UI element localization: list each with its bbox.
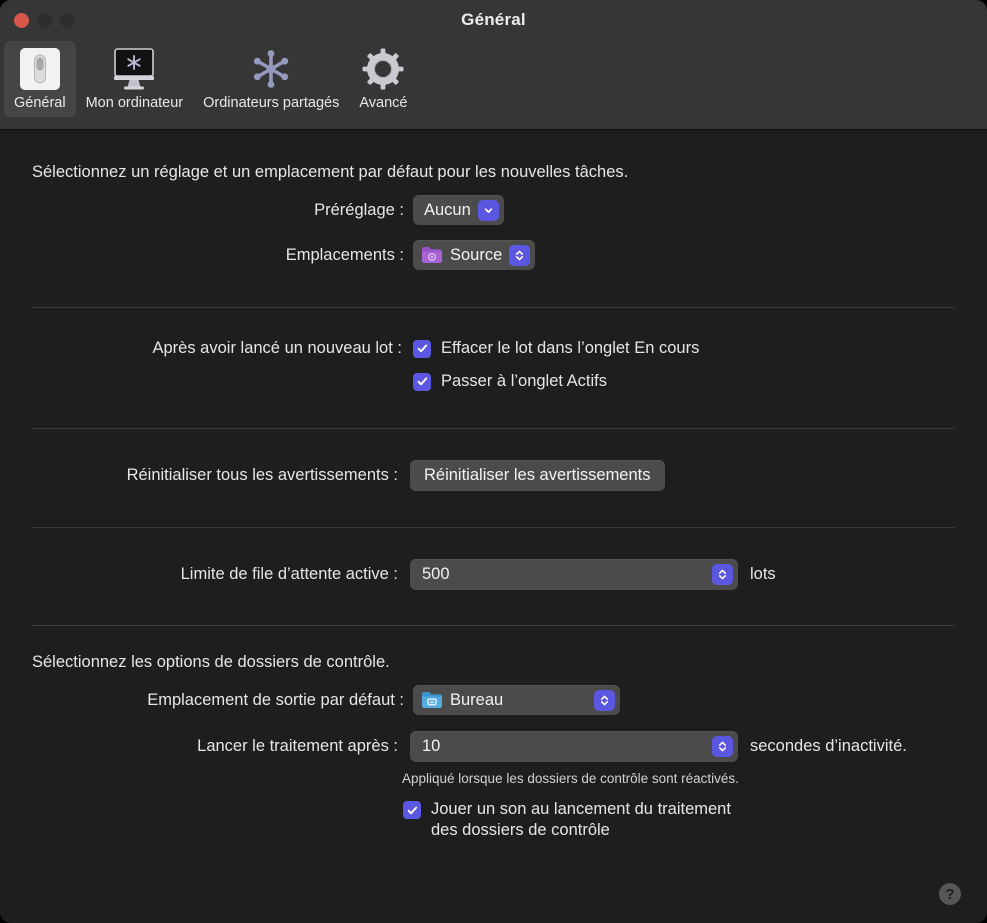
queue-limit-unit: lots	[750, 565, 776, 584]
checkbox-play-sound-label-line1: Jouer un son au lancement du traitement	[431, 800, 731, 819]
tab-shared-computers-label: Ordinateurs partagés	[203, 95, 340, 111]
processing-delay-combo[interactable]: 10	[410, 731, 738, 763]
divider-3	[32, 527, 955, 529]
window-title: Général	[461, 10, 526, 29]
stepper-icon[interactable]	[712, 564, 733, 586]
section-reset-warnings: Réinitialiser tous les avertissements : …	[32, 460, 955, 492]
shared-computers-icon	[247, 46, 295, 92]
checkbox-checked-icon	[413, 372, 431, 391]
checkbox-play-sound-label-line2: des dossiers de contrôle	[431, 821, 610, 840]
divider-2	[32, 428, 955, 430]
after-batch-label: Après avoir lancé un nouveau lot :	[152, 339, 403, 357]
toolbar-tabs: Général Mon ordinateur Ordinateurs parta…	[4, 41, 417, 117]
tab-my-computer[interactable]: Mon ordinateur	[76, 41, 194, 117]
queue-limit-combo[interactable]: 500	[410, 559, 738, 591]
locations-popup-button[interactable]: Source	[413, 240, 536, 270]
help-button[interactable]: ?	[939, 883, 961, 905]
preset-popup-button[interactable]: Aucun	[413, 195, 504, 225]
general-preferences-pane: Sélectionnez un réglage et un emplacemen…	[0, 130, 987, 923]
checkbox-clear-batch[interactable]: Effacer le lot dans l’onglet En cours	[413, 338, 699, 359]
processing-delay-hint: Appliqué lorsque les dossiers de contrôl…	[402, 771, 739, 787]
locations-label: Emplacements :	[285, 245, 404, 264]
chevron-down-icon	[477, 199, 499, 221]
watch-folders-intro: Sélectionnez les options de dossiers de …	[32, 653, 390, 672]
processing-delay-label: Lancer le traitement après :	[197, 737, 398, 756]
tab-general[interactable]: Général	[4, 41, 76, 117]
tab-shared-computers[interactable]: Ordinateurs partagés	[193, 41, 349, 117]
stepper-icon[interactable]	[712, 736, 733, 758]
display-icon	[110, 46, 158, 92]
tab-my-computer-label: Mon ordinateur	[85, 95, 184, 111]
reset-warnings-label: Réinitialiser tous les avertissements :	[126, 466, 398, 485]
preset-label: Préréglage :	[314, 200, 404, 219]
queue-limit-label: Limite de file d’attente active :	[180, 565, 398, 584]
reset-warnings-button[interactable]: Réinitialiser les avertissements	[410, 460, 665, 492]
section-watch-folders: Sélectionnez les options de dossiers de …	[32, 653, 955, 841]
processing-delay-value: 10	[422, 737, 441, 756]
output-location-value: Bureau	[450, 690, 504, 709]
checkbox-switch-active-tab[interactable]: Passer à l’onglet Actifs	[413, 371, 699, 392]
blue-folder-icon	[421, 691, 443, 709]
window-toolbar: Général Général Mon ordinateur Ordinateu…	[0, 0, 987, 130]
tab-advanced[interactable]: Avancé	[349, 41, 417, 117]
queue-limit-value: 500	[422, 565, 450, 584]
checkbox-checked-icon	[403, 801, 421, 820]
checkbox-clear-batch-label: Effacer le lot dans l’onglet En cours	[441, 339, 700, 357]
preset-value: Aucun	[424, 200, 471, 219]
chevron-up-down-icon	[509, 244, 531, 266]
defaults-intro: Sélectionnez un réglage et un emplacemen…	[32, 163, 629, 181]
section-after-batch: Après avoir lancé un nouveau lot : Effac…	[32, 338, 955, 392]
divider-4	[32, 625, 955, 627]
output-location-label: Emplacement de sortie par défaut :	[147, 690, 404, 709]
locations-value: Source	[450, 245, 503, 264]
checkbox-checked-icon	[413, 339, 431, 358]
divider-1	[32, 307, 955, 308]
output-location-popup-button[interactable]: Bureau	[413, 685, 620, 716]
tab-advanced-label: Avancé	[359, 95, 408, 111]
tab-general-label: Général	[14, 95, 66, 111]
switch-icon	[16, 46, 64, 92]
section-queue-limit: Limite de file d’attente active : 500 lo…	[32, 559, 955, 591]
checkbox-play-sound[interactable]: Jouer un son au lancement du traitement …	[32, 799, 955, 841]
preferences-window: Général Général Mon ordinateur Ordinateu…	[0, 0, 987, 923]
purple-folder-icon	[421, 246, 443, 264]
processing-delay-unit: secondes d’inactivité.	[750, 737, 907, 756]
gear-icon	[359, 46, 407, 92]
checkbox-switch-active-tab-label: Passer à l’onglet Actifs	[441, 372, 607, 391]
chevron-up-down-icon	[594, 689, 615, 711]
section-defaults: Sélectionnez un réglage et un emplacemen…	[32, 130, 955, 270]
